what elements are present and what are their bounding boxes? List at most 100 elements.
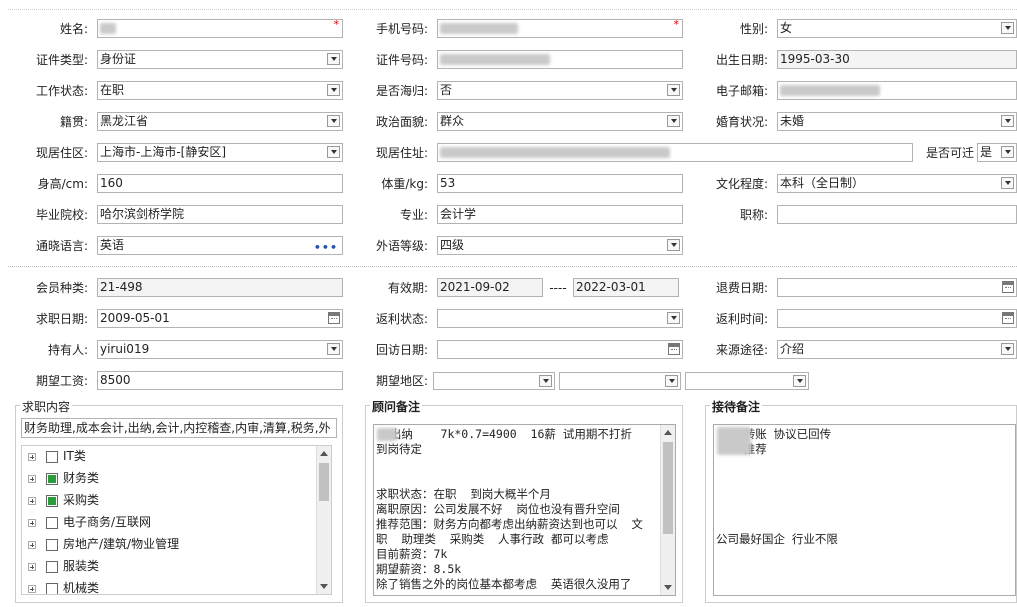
source-select[interactable]: 介绍 — [777, 340, 1017, 359]
chevron-down-icon[interactable] — [539, 375, 552, 387]
job-content-summary[interactable]: 财务助理,成本会计,出纳,会计,内控稽查,内审,清算,税务,外 — [21, 418, 337, 438]
job-category-tree[interactable]: IT类 财务类 采购类 电子商务/互联网 房地产/建筑/物业管理 服装类 机械类 — [21, 445, 332, 595]
expand-icon[interactable] — [28, 474, 36, 483]
expand-icon[interactable] — [28, 452, 36, 461]
lang-level-select[interactable]: 四级 — [437, 236, 683, 255]
expand-icon[interactable] — [28, 496, 36, 505]
apply-date-input[interactable]: 2009-05-01 — [97, 309, 343, 328]
calendar-icon[interactable] — [1002, 281, 1014, 293]
checkbox[interactable] — [46, 516, 58, 529]
visit-date-input[interactable] — [437, 340, 683, 359]
tree-item[interactable]: 服装类 — [28, 556, 99, 576]
height-input[interactable]: 160 — [97, 174, 343, 193]
region-province-select[interactable] — [433, 372, 555, 390]
residence-area-select[interactable]: 上海市-上海市-[静安区] — [97, 143, 343, 162]
note-line — [716, 517, 1013, 532]
phone-label: 手机号码: — [375, 22, 428, 36]
chevron-down-icon[interactable] — [1001, 146, 1014, 158]
rebate-status-select[interactable] — [437, 309, 683, 328]
validity-label: 有效期: — [387, 281, 428, 295]
scroll-down-icon[interactable] — [320, 584, 328, 589]
calendar-icon[interactable] — [668, 343, 680, 355]
politics-select[interactable]: 群众 — [437, 112, 683, 131]
chevron-down-icon[interactable] — [327, 146, 340, 158]
scroll-up-icon[interactable] — [664, 430, 672, 435]
title-input[interactable] — [777, 205, 1017, 224]
tree-item[interactable]: 采购类 — [28, 490, 99, 510]
tree-item[interactable]: IT类 — [28, 446, 86, 466]
returnee-value: 否 — [440, 83, 453, 97]
gender-select[interactable]: 女 — [777, 19, 1017, 38]
more-options-icon[interactable]: ••• — [314, 239, 338, 254]
school-input[interactable]: 哈尔滨剑桥学院 — [97, 205, 343, 224]
education-select[interactable]: 本科（全日制） — [777, 174, 1017, 193]
chevron-down-icon[interactable] — [1001, 343, 1014, 355]
tree-item[interactable]: 财务类 — [28, 468, 99, 488]
email-input[interactable] — [777, 81, 1017, 100]
chevron-down-icon[interactable] — [793, 375, 806, 387]
advisor-notes-textarea[interactable]: 出纳 7k*0.7=4900 16薪 试用期不打折 到岗待定 求职状态：在职 到… — [373, 424, 676, 596]
holder-value: yirui019 — [100, 342, 150, 356]
chevron-down-icon[interactable] — [667, 84, 680, 96]
calendar-icon[interactable] — [1002, 312, 1014, 324]
region-city-select[interactable] — [559, 372, 681, 390]
name-input[interactable]: * — [97, 19, 343, 38]
chevron-down-icon[interactable] — [667, 239, 680, 251]
chevron-down-icon[interactable] — [667, 115, 680, 127]
tree-scrollbar[interactable] — [316, 446, 331, 594]
expand-icon[interactable] — [28, 584, 36, 593]
chevron-down-icon[interactable] — [327, 115, 340, 127]
origin-select[interactable]: 黑龙江省 — [97, 112, 343, 131]
residence-area-label: 现居住区: — [35, 146, 88, 160]
tree-item[interactable]: 房地产/建筑/物业管理 — [28, 534, 179, 554]
scroll-down-icon[interactable] — [664, 585, 672, 590]
scroll-thumb[interactable] — [663, 442, 673, 534]
id-type-select[interactable]: 身份证 — [97, 50, 343, 69]
major-input[interactable]: 会计学 — [437, 205, 683, 224]
phone-input[interactable]: * — [437, 19, 683, 38]
weight-input[interactable]: 53 — [437, 174, 683, 193]
tree-item-label: 机械类 — [63, 581, 100, 595]
address-input[interactable] — [437, 143, 913, 162]
marital-select[interactable]: 未婚 — [777, 112, 1017, 131]
checkbox[interactable] — [46, 560, 58, 573]
chevron-down-icon[interactable] — [1001, 177, 1014, 189]
notes-scrollbar[interactable] — [660, 425, 675, 595]
holder-label: 持有人: — [47, 343, 88, 357]
tree-item[interactable]: 机械类 — [28, 578, 100, 595]
expand-icon[interactable] — [28, 518, 36, 527]
checkbox[interactable] — [46, 494, 58, 507]
scroll-up-icon[interactable] — [320, 451, 328, 456]
chevron-down-icon[interactable] — [1001, 115, 1014, 127]
tree-item[interactable]: 电子商务/互联网 — [28, 512, 151, 532]
language-input[interactable]: 英语 ••• — [97, 236, 343, 255]
calendar-icon[interactable] — [328, 312, 340, 324]
education-value: 本科（全日制） — [780, 176, 865, 190]
expand-icon[interactable] — [28, 540, 36, 549]
checkbox[interactable] — [46, 582, 58, 594]
returnee-select[interactable]: 否 — [437, 81, 683, 100]
refund-date-input[interactable] — [777, 278, 1017, 297]
chevron-down-icon[interactable] — [665, 375, 678, 387]
salary-input[interactable]: 8500 — [97, 371, 343, 390]
chevron-down-icon[interactable] — [667, 312, 680, 324]
chevron-down-icon[interactable] — [327, 343, 340, 355]
region-district-select[interactable] — [685, 372, 809, 390]
chevron-down-icon[interactable] — [327, 84, 340, 96]
birth-date-field: 1995-03-30 — [777, 50, 1017, 69]
work-status-select[interactable]: 在职 — [97, 81, 343, 100]
scroll-thumb[interactable] — [319, 463, 329, 501]
reception-notes-textarea[interactable]: 转账 协议已回传 推荐 公司最好国企 行业不限 — [713, 424, 1016, 596]
relocate-select[interactable]: 是 — [977, 143, 1017, 162]
validity-separator: ---- — [549, 281, 567, 295]
id-number-input[interactable] — [437, 50, 683, 69]
holder-select[interactable]: yirui019 — [97, 340, 343, 359]
chevron-down-icon[interactable] — [327, 53, 340, 65]
note-line: 推荐 — [743, 442, 767, 456]
checkbox[interactable] — [46, 472, 58, 485]
rebate-time-input[interactable] — [777, 309, 1017, 328]
chevron-down-icon[interactable] — [1001, 22, 1014, 34]
checkbox[interactable] — [46, 538, 58, 551]
checkbox[interactable] — [46, 450, 58, 463]
expand-icon[interactable] — [28, 562, 36, 571]
